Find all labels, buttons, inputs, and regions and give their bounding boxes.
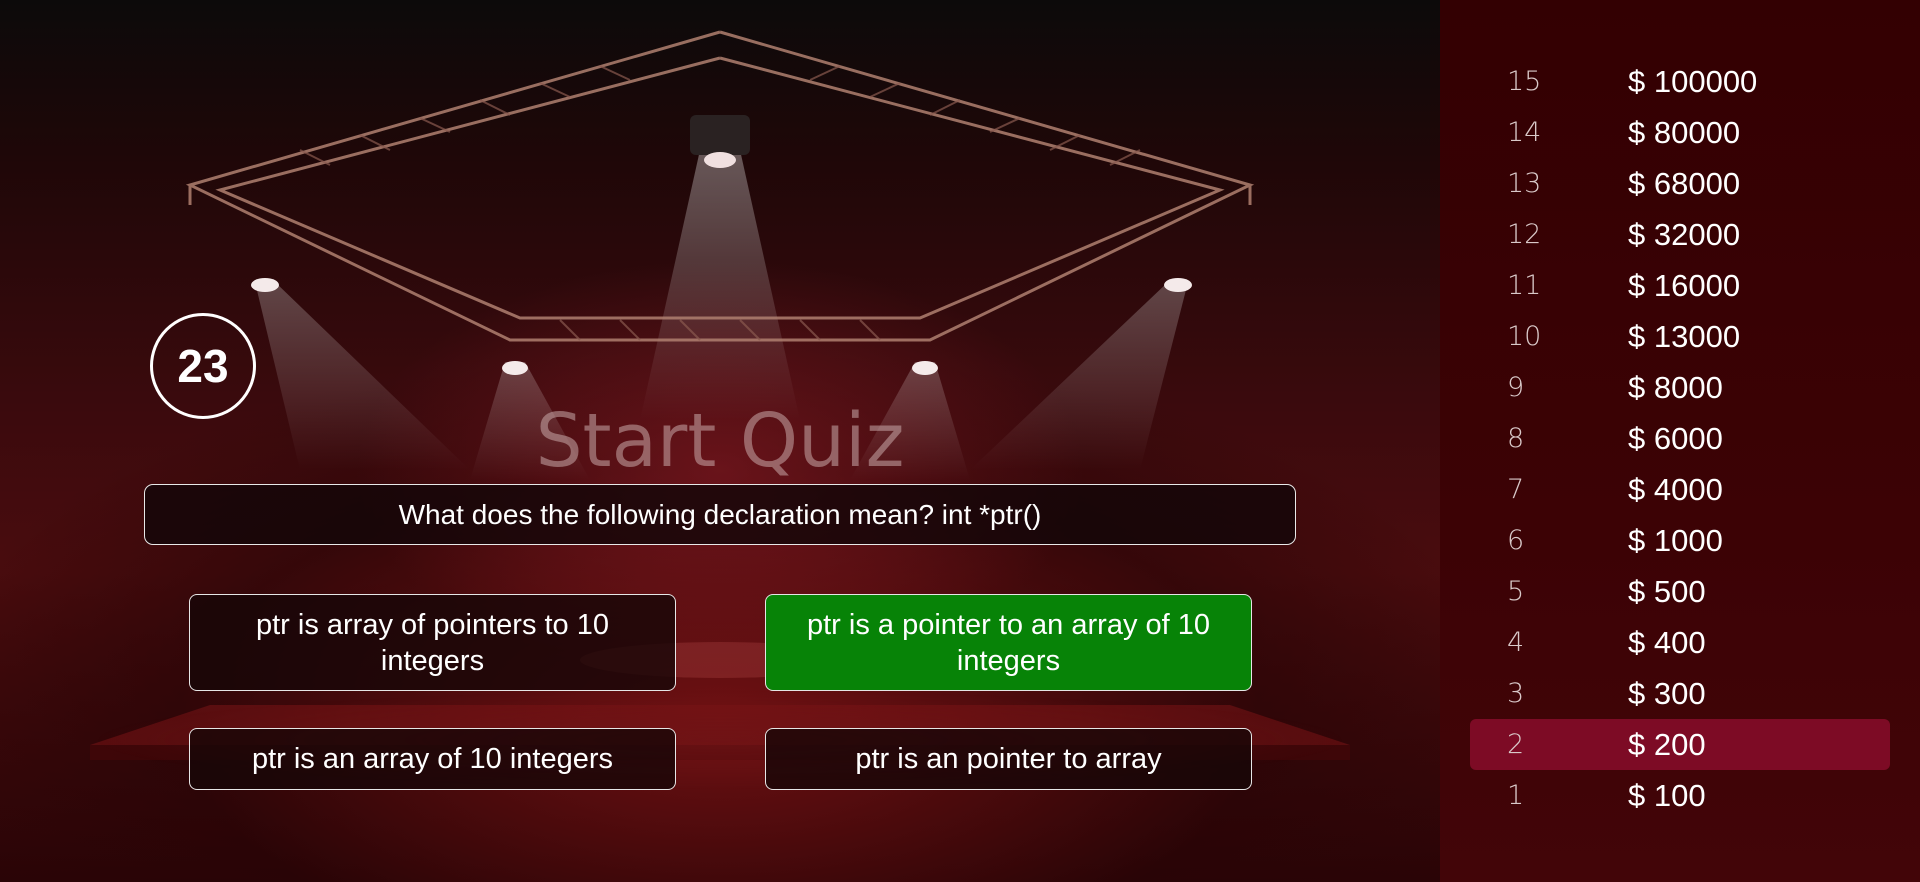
prize-level-number: 15 — [1507, 66, 1542, 97]
prize-ladder: 15 $ 100000 14 $ 80000 13 $ 68000 12 $ 3… — [1440, 0, 1920, 882]
prize-level-number: 4 — [1507, 627, 1525, 658]
prize-level-number: 2 — [1507, 729, 1525, 760]
prize-level: 3 $ 300 — [1470, 668, 1890, 719]
prize-level-current: 2 $ 200 — [1470, 719, 1890, 770]
countdown-timer: 23 — [150, 313, 256, 419]
answer-option-text: ptr is an pointer to array — [855, 743, 1162, 775]
prize-level-number: 11 — [1507, 270, 1542, 301]
prize-level: 9 $ 8000 — [1470, 362, 1890, 413]
prize-level: 7 $ 4000 — [1470, 464, 1890, 515]
prize-level-amount: $ 8000 — [1628, 369, 1723, 405]
prize-level-amount: $ 32000 — [1628, 216, 1741, 252]
prize-level-amount: $ 400 — [1628, 624, 1706, 660]
prize-level-amount: $ 100 — [1628, 777, 1706, 813]
prize-level: 5 $ 500 — [1470, 566, 1890, 617]
prize-level: 6 $ 1000 — [1470, 515, 1890, 566]
prize-level-number: 8 — [1507, 423, 1525, 454]
prize-level-amount: $ 16000 — [1628, 267, 1741, 303]
prize-level-number: 9 — [1507, 372, 1525, 403]
answer-option-1[interactable]: ptr is array of pointers to 10 integers — [189, 594, 676, 691]
prize-level-amount: $ 4000 — [1628, 471, 1723, 507]
prize-level-amount: $ 13000 — [1628, 318, 1741, 354]
prize-level-number: 6 — [1507, 525, 1525, 556]
prize-level: 4 $ 400 — [1470, 617, 1890, 668]
prize-level: 11 $ 16000 — [1470, 260, 1890, 311]
answer-option-text: ptr is an array of 10 integers — [251, 743, 614, 775]
quiz-stage: Start Quiz 23 What does the following de… — [0, 0, 1440, 882]
prize-level-amount: $ 6000 — [1628, 420, 1723, 456]
prize-level-amount: $ 80000 — [1628, 114, 1741, 150]
answer-option-4[interactable]: ptr is an pointer to array — [765, 728, 1252, 790]
prize-level-number: 12 — [1507, 219, 1542, 250]
prize-level: 1 $ 100 — [1470, 770, 1890, 821]
answer-option-2[interactable]: ptr is a pointer to an array of 10 integ… — [765, 594, 1252, 691]
prize-level-amount: $ 68000 — [1628, 165, 1741, 201]
prize-level-amount: $ 500 — [1628, 573, 1706, 609]
prize-level-amount: $ 300 — [1628, 675, 1706, 711]
prize-level-number: 3 — [1507, 678, 1525, 709]
answer-option-text: ptr is a pointer to an array of 10 integ… — [807, 608, 1210, 677]
prize-level: 10 $ 13000 — [1470, 311, 1890, 362]
prize-level: 14 $ 80000 — [1470, 107, 1890, 158]
prize-level-amount: $ 200 — [1628, 726, 1706, 762]
prize-level-number: 14 — [1507, 117, 1542, 148]
prize-level: 13 $ 68000 — [1470, 158, 1890, 209]
answer-option-text: ptr is array of pointers to 10 integers — [256, 608, 609, 677]
question-box: What does the following declaration mean… — [144, 484, 1296, 545]
prize-level-number: 13 — [1507, 168, 1542, 199]
prize-level-number: 7 — [1507, 474, 1525, 505]
answer-option-3[interactable]: ptr is an array of 10 integers — [189, 728, 676, 790]
question-text: What does the following declaration mean… — [398, 498, 1042, 530]
prize-level-number: 5 — [1507, 576, 1525, 607]
prize-level: 15 $ 100000 — [1470, 56, 1890, 107]
prize-level: 12 $ 32000 — [1470, 209, 1890, 260]
prize-level-number: 10 — [1507, 321, 1542, 352]
prize-level: 8 $ 6000 — [1470, 413, 1890, 464]
prize-level-amount: $ 1000 — [1628, 522, 1723, 558]
prize-level-number: 1 — [1507, 780, 1525, 811]
start-quiz-label[interactable]: Start Quiz — [530, 396, 910, 486]
prize-level-amount: $ 100000 — [1628, 63, 1758, 99]
